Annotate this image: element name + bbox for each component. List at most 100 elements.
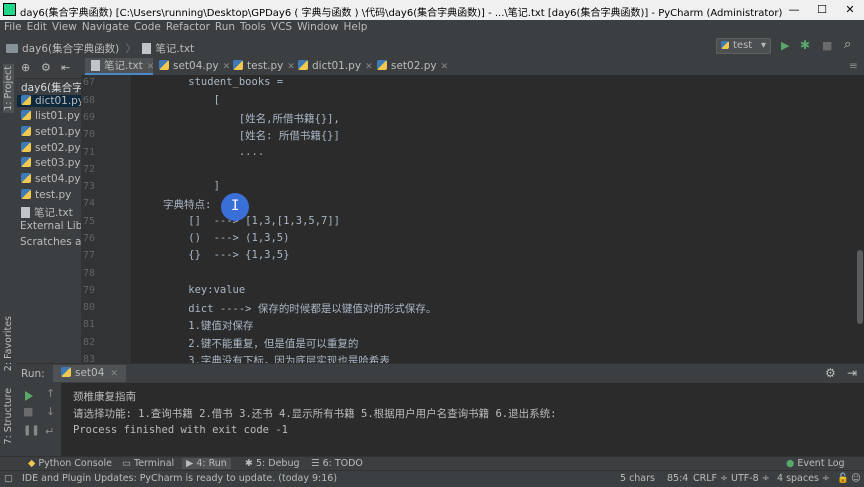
tab-set04[interactable]: set04.py ✕ [159,58,230,75]
tree-item-test[interactable]: test.py [21,189,71,201]
close-tab-icon[interactable]: ✕ [365,62,373,72]
line-number: 72 [82,164,95,175]
tree-item-set01[interactable]: set01.py [21,126,81,138]
run-panel-header: Run: set04 ✕ ⚙ ⇥ [17,363,864,385]
close-tab-icon[interactable]: ✕ [147,62,155,72]
run-config-selector[interactable]: test ▾ [716,38,771,54]
run-tool-tab[interactable]: ▶ 4: Run [182,458,231,469]
breadcrumb-project[interactable]: day6(集合字典函数) [22,43,119,55]
wrap-icon[interactable]: ↵ [45,425,54,438]
tab-test[interactable]: test.py ✕ [233,58,295,75]
status-chars: 5 chars [620,473,655,484]
tab-dict01[interactable]: dict01.py ✕ [298,58,373,75]
terminal-tab[interactable]: ▭ Terminal [122,458,174,469]
menu-bar: File Edit View Navigate Code Refactor Run Tools… [0,20,864,36]
close-tab-icon[interactable]: ✕ [287,62,295,72]
search-icon[interactable]: ⌕ [844,37,851,52]
run-tab-set04[interactable]: set04 ✕ [53,365,126,382]
tree-item-set03[interactable]: set03.py [21,157,81,169]
tree-item-external-libraries[interactable]: External Libra [20,220,81,232]
event-log-tab[interactable]: ● Event Log [786,458,845,469]
close-window-button[interactable]: ✕ [836,0,864,20]
code-line: key:value [163,284,246,296]
inspector-icon[interactable]: ☺ [851,473,861,484]
line-number: 71 [82,147,95,158]
python-file-icon [21,157,31,167]
menu-view[interactable]: View [48,20,77,33]
menu-code[interactable]: Code [130,20,161,33]
sync-icon[interactable]: ⊕ [21,61,30,74]
menu-help[interactable]: Help [340,20,368,33]
arrow-down-icon[interactable]: ↓ [46,405,55,418]
project-root[interactable]: day6(集合字典 [21,80,81,95]
maximize-button[interactable]: ☐ [808,0,836,20]
hide-panel-icon[interactable]: ⇤ [61,61,70,74]
menu-refactor[interactable]: Refactor [162,20,210,33]
editor-tabs: 笔记.txt ✕ set04.py ✕ test.py ✕ dict01.py ✕ se… [81,58,864,76]
debug-icon[interactable]: ✱ [800,38,810,52]
close-tab-icon[interactable]: ✕ [110,369,118,379]
structure-tool-tab[interactable]: 7: Structure [3,388,14,444]
python-file-icon [159,60,169,70]
status-indent[interactable]: 4 spaces ÷ [777,473,830,484]
menu-tools[interactable]: Tools [236,20,266,33]
settings-gear-icon[interactable]: ⚙ [41,61,51,74]
arrow-up-icon[interactable]: ↑ [46,387,55,400]
code-line: student_books = [163,76,284,88]
tab-set02[interactable]: set02.py ✕ [377,58,448,75]
status-position[interactable]: 85:4 [667,473,688,484]
status-left-icon[interactable]: ▢ [4,473,13,484]
lock-icon[interactable]: 🔓 [837,473,849,484]
stop-icon[interactable]: ■ [23,405,33,418]
menu-file[interactable]: File [0,20,22,33]
python-console-tab[interactable]: ◆ Python Console [28,458,112,469]
todo-tool-tab[interactable]: ☰ 6: TODO [311,458,363,469]
debug-tool-tab[interactable]: ✱ 5: Debug [245,458,300,469]
code-line: () ---> (1,3,5) [163,232,290,244]
scrollbar-thumb[interactable] [857,250,863,324]
run-console-output[interactable]: 颈椎康复指南 请选择功能: 1.查询书籍 2.借书 3.还书 4.显示所有书籍 … [61,383,864,456]
python-file-icon [21,189,31,199]
code-line: 2.键不能重复，但是值是可以重复的 [163,338,359,350]
menu-edit[interactable]: Edit [23,20,47,33]
status-message[interactable]: IDE and Plugin Updates: PyCharm is ready… [22,473,337,484]
python-file-icon [21,126,31,136]
tab-list-menu-icon[interactable]: ≡ [849,58,858,75]
tree-item-list01[interactable]: list01.py [21,110,80,122]
line-number: 75 [82,216,95,227]
menu-navigate[interactable]: Navigate [78,20,129,33]
settings-gear-icon[interactable]: ⚙ [825,366,836,380]
run-panel-label: Run: [21,368,45,380]
tab-notes-txt[interactable]: 笔记.txt ✕ [85,58,155,75]
code-line: [ [163,94,220,106]
stop-icon[interactable]: ■ [822,39,832,52]
tree-item-set02[interactable]: set02.py [21,142,81,154]
status-encoding[interactable]: UTF-8 ÷ [731,473,770,484]
python-file-icon [298,60,308,70]
tree-item-dict01[interactable]: dict01.py [17,95,81,107]
close-tab-icon[interactable]: ✕ [223,62,231,72]
code-line: [姓名,所借书籍{}], [163,113,340,125]
close-tab-icon[interactable]: ✕ [441,62,449,72]
python-file-icon [21,110,31,120]
breadcrumb: day6(集合字典函数) 〉 笔记.txt [6,41,194,56]
status-line-separator[interactable]: CRLF ÷ [693,473,728,484]
pause-icon[interactable]: ❚❚ [23,425,40,436]
project-tool-tab[interactable]: 1: Project [3,64,14,113]
rerun-icon[interactable] [25,391,33,401]
tree-item-set04[interactable]: set04.py [21,173,81,185]
favorites-tool-tab[interactable]: 2: Favorites [3,316,14,371]
hide-panel-icon[interactable]: ⇥ [847,366,857,380]
tree-item-scratches[interactable]: Scratches and [20,236,81,248]
menu-window[interactable]: Window [293,20,338,33]
run-icon[interactable]: ▶ [781,39,789,52]
text-file-icon [91,60,100,71]
breadcrumb-file[interactable]: 笔记.txt [155,43,194,55]
minimize-button[interactable]: — [780,0,808,20]
project-panel: ⊕ ⚙ ⇤ day6(集合字典 dict01.py list01.py set0… [17,58,81,363]
menu-vcs[interactable]: VCS [267,20,292,33]
python-console-icon: ◆ [28,458,36,469]
tree-item-notes[interactable]: 笔记.txt [21,205,73,220]
event-log-icon: ● [786,458,795,469]
menu-run[interactable]: Run [211,20,235,33]
